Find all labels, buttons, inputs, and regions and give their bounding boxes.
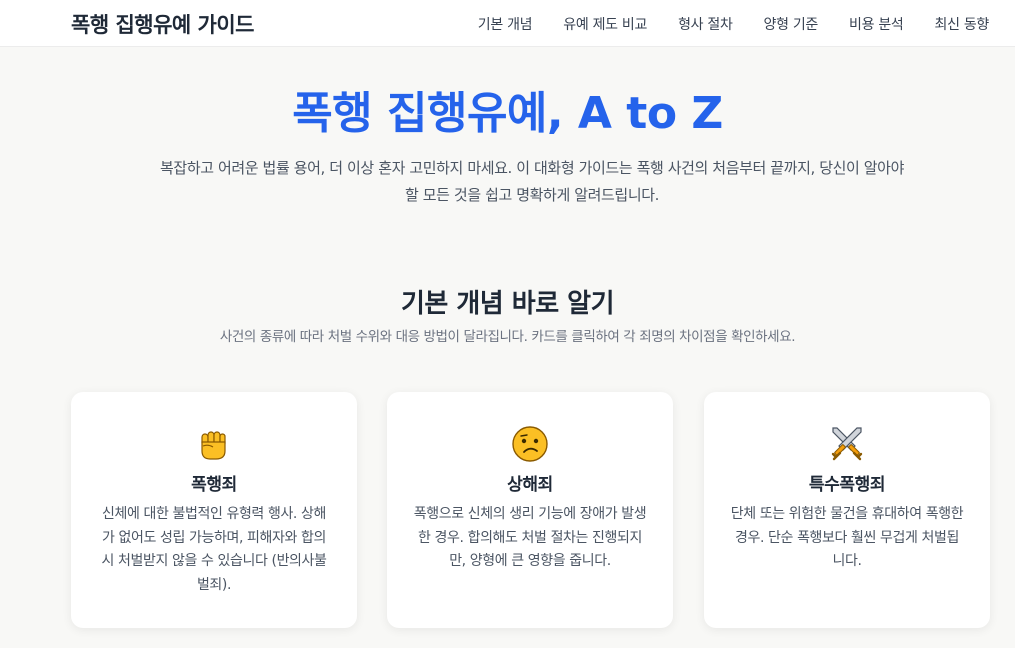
nav-link-criminal-procedure[interactable]: 형사 절차 [678,14,733,34]
card-description: 폭행으로 신체의 생리 기능에 장애가 발생한 경우. 합의해도 처벌 절차는 … [413,506,647,569]
nav-link-latest-trends[interactable]: 최신 동향 [935,14,990,34]
hero-description: 복잡하고 어려운 법률 용어, 더 이상 혼자 고민하지 마세요. 이 대화형 … [160,159,904,204]
card-assault[interactable]: 폭행죄 신체에 대한 불법적인 유형력 행사. 상해가 없어도 성립 가능하며,… [71,392,357,628]
section-title: 기본 개념 바로 알기 [400,289,615,319]
card-title: 특수폭행죄 [808,475,886,495]
raised-fist-icon [201,431,226,460]
card-injury[interactable]: 상해죄 폭행으로 신체의 생리 기능에 장애가 발생한 경우. 합의해도 처벌 … [387,392,673,628]
card-description: 신체에 대한 불법적인 유형력 행사. 상해가 없어도 성립 가능하며, 피해자… [101,506,327,593]
confused-face-icon [512,426,548,462]
nav-link-cost-analysis[interactable]: 비용 분석 [849,14,904,34]
site-brand[interactable]: 폭행 집행유예 가이드 [71,9,255,39]
card-title: 폭행죄 [191,475,237,495]
card-description: 단체 또는 위험한 물건을 휴대하여 폭행한 경우. 단순 폭행보다 훨씬 무겁… [730,506,964,569]
nav-link-sentencing-criteria[interactable]: 양형 기준 [764,14,819,34]
crossed-swords-icon [831,427,863,461]
hero-title: 폭행 집행유예, A to Z [292,88,723,139]
section-description: 사건의 종류에 따라 처벌 수위와 대응 방법이 달라집니다. 카드를 클릭하여… [219,329,796,345]
top-navbar: 폭행 집행유예 가이드 기본 개념 유예 제도 비교 형사 절차 양형 기준 비… [0,0,1015,47]
card-special-assault[interactable]: 특수폭행죄 단체 또는 위험한 물건을 휴대하여 폭행한 경우. 단순 폭행보다… [704,392,990,628]
card-title: 상해죄 [507,475,553,495]
nav-link-probation-comparison[interactable]: 유예 제도 비교 [563,14,647,34]
nav-link-basic-concepts[interactable]: 기본 개념 [478,14,533,34]
main-nav: 기본 개념 유예 제도 비교 형사 절차 양형 기준 비용 분석 최신 동향 [478,14,990,34]
